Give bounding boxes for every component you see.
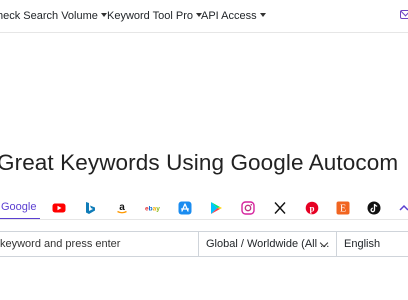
play-store-icon[interactable] — [209, 201, 223, 215]
etsy-icon[interactable]: E — [336, 201, 350, 215]
amazon-icon[interactable]: a — [115, 201, 129, 215]
caret-down-icon — [259, 13, 266, 17]
language-select[interactable]: English — [344, 238, 380, 250]
instagram-icon[interactable] — [241, 201, 255, 215]
ebay-icon[interactable]: ebay — [145, 201, 161, 215]
bing-icon[interactable] — [83, 201, 97, 215]
tab-google-label: Google — [1, 201, 37, 213]
source-tabs: Google a ebay p E — [0, 194, 408, 220]
svg-text:a: a — [119, 202, 125, 213]
caret-down-icon — [100, 13, 107, 17]
tiktok-icon[interactable] — [367, 201, 381, 215]
pinterest-icon[interactable]: p — [305, 201, 319, 215]
x-icon[interactable] — [273, 201, 287, 215]
svg-text:p: p — [309, 203, 314, 213]
envelope-icon[interactable] — [400, 10, 408, 19]
location-select[interactable]: Global / Worldwide (All ... — [206, 238, 329, 250]
app-store-icon[interactable] — [178, 201, 192, 215]
page-headline: Great Keywords Using Google Autocom — [0, 150, 399, 175]
svg-text:ebay: ebay — [145, 206, 160, 213]
chevron-up-icon[interactable] — [398, 201, 408, 215]
tab-google[interactable]: Google — [0, 194, 40, 220]
nav-check-search-volume[interactable]: heck Search Volume — [0, 10, 107, 22]
nav-label: Keyword Tool Pro — [107, 10, 194, 22]
nav-api-access[interactable]: API Access — [201, 10, 266, 22]
search-bar: Global / Worldwide (All ... English — [0, 231, 408, 257]
top-nav: heck Search Volume Keyword Tool Pro API … — [0, 0, 408, 33]
nav-label: API Access — [201, 10, 257, 22]
svg-text:E: E — [340, 204, 346, 215]
divider — [198, 232, 199, 256]
keyword-search-input[interactable] — [0, 232, 198, 256]
divider — [336, 232, 337, 256]
youtube-icon[interactable] — [52, 201, 66, 215]
nav-keyword-tool-pro[interactable]: Keyword Tool Pro — [107, 10, 203, 22]
nav-label: heck Search Volume — [0, 10, 98, 22]
tabs-divider — [0, 219, 408, 220]
